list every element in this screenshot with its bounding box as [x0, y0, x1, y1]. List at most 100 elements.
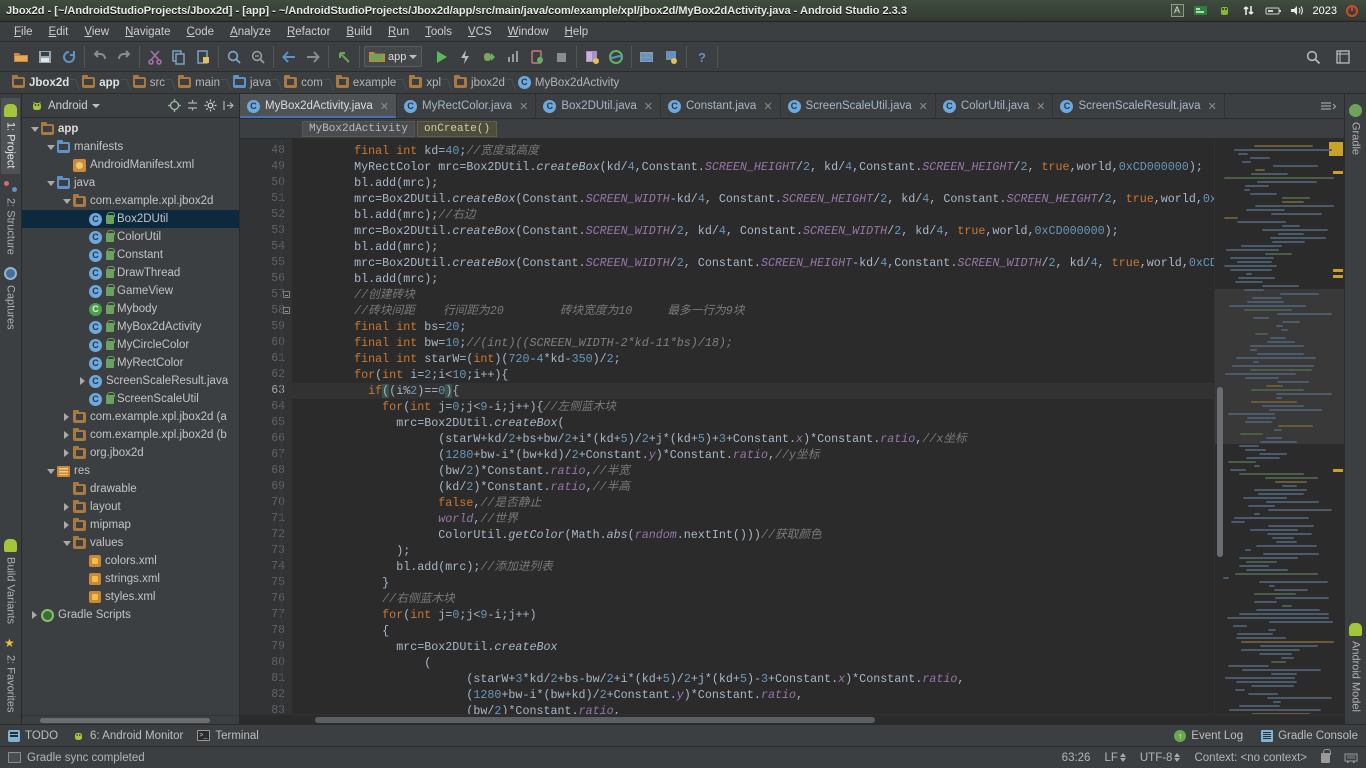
- code-line[interactable]: (starW+3*kd/2+bs-bw/2+i*(kd+5)/2+j*(kd+5…: [292, 671, 1214, 687]
- twisty[interactable]: [60, 198, 73, 204]
- breadcrumb-item-java[interactable]: java: [229, 75, 278, 90]
- structure-crumb-mybox2dactivity[interactable]: MyBox2dActivity: [302, 120, 416, 137]
- code-minimap[interactable]: [1214, 139, 1344, 714]
- tree-node-styles-xml[interactable]: styles.xml: [22, 588, 239, 606]
- code-line[interactable]: MyRectColor mrc=Box2DUtil.createBox(kd/4…: [292, 159, 1214, 175]
- menu-edit[interactable]: Edit: [41, 24, 77, 40]
- code-line[interactable]: //右侧蓝木块: [292, 591, 1214, 607]
- twisty[interactable]: [28, 611, 41, 619]
- code-line[interactable]: false,//是否静止: [292, 495, 1214, 511]
- power-icon[interactable]: [1346, 4, 1358, 17]
- code-line[interactable]: (kd/2)*Constant.ratio,//半高: [292, 479, 1214, 495]
- file-encoding[interactable]: UTF-8: [1140, 752, 1181, 764]
- editor-tab-screenscaleresult-java[interactable]: C ScreenScaleResult.java ✕: [1053, 94, 1225, 118]
- android-tray-icon[interactable]: [1217, 3, 1232, 18]
- tree-node-com-example-xpl-jbox2d[interactable]: com.example.xpl.jbox2d: [22, 192, 239, 210]
- jump-to-source-icon[interactable]: [333, 46, 355, 68]
- project-tree[interactable]: app manifests AndroidManifest.xml java com.e…: [22, 118, 239, 715]
- project-structure-icon[interactable]: [636, 46, 658, 68]
- run-icon[interactable]: [430, 46, 452, 68]
- twisty[interactable]: [60, 449, 73, 457]
- tree-node-mycirclecolor[interactable]: C MyCircleColor: [22, 336, 239, 354]
- twisty[interactable]: [60, 521, 73, 529]
- structure-crumb-oncreate-[interactable]: onCreate(): [417, 120, 498, 137]
- code-line[interactable]: final int bw=10;//(int)((SCREEN_WIDTH-2*…: [292, 335, 1214, 351]
- menu-vcs[interactable]: VCS: [460, 24, 500, 40]
- code-line[interactable]: mrc=Box2DUtil.createBox(Constant.SCREEN_…: [292, 223, 1214, 239]
- code-line[interactable]: (1280+bw-i*(bw+kd)/2+Constant.y)*Constan…: [292, 687, 1214, 703]
- menu-tools[interactable]: Tools: [417, 24, 460, 40]
- tree-node-manifests[interactable]: manifests: [22, 138, 239, 156]
- volume-icon[interactable]: [1289, 3, 1304, 18]
- tree-node-mipmap[interactable]: mipmap: [22, 516, 239, 534]
- tree-node-com-example-xpl-jbox2d-b[interactable]: com.example.xpl.jbox2d (b: [22, 426, 239, 444]
- code-line[interactable]: );: [292, 543, 1214, 559]
- twisty[interactable]: [44, 468, 57, 474]
- code-line[interactable]: //创建砖块: [292, 287, 1214, 303]
- code-line[interactable]: for(int j=0;j<9-i;j++): [292, 607, 1214, 623]
- close-icon[interactable]: ✕: [763, 100, 772, 113]
- bottom-tab-gradle-console[interactable]: Gradle Console: [1261, 729, 1358, 742]
- memory-indicator[interactable]: [1344, 751, 1358, 764]
- tree-node-box2dutil[interactable]: C Box2DUtil: [22, 210, 239, 228]
- gear-icon[interactable]: [204, 99, 217, 112]
- tab-overflow-menu-icon[interactable]: [1314, 94, 1344, 118]
- code-line[interactable]: mrc=Box2DUtil.createBox(Constant.SCREEN_…: [292, 191, 1214, 207]
- run-configuration-selector[interactable]: app: [364, 46, 423, 67]
- menu-build[interactable]: Build: [338, 24, 380, 40]
- code-line[interactable]: bl.add(mrc);: [292, 239, 1214, 255]
- close-icon[interactable]: ✕: [1208, 100, 1217, 113]
- project-horizontal-scrollbar[interactable]: [22, 715, 239, 724]
- code-line[interactable]: for(int j=0;j<9-i;j++){//左侧蓝木块: [292, 399, 1214, 415]
- code-line[interactable]: final int bs=20;: [292, 319, 1214, 335]
- editor-tab-box2dutil-java[interactable]: C Box2DUtil.java ✕: [536, 94, 661, 118]
- code-line[interactable]: (bw/2)*Constant.ratio,//半宽: [292, 463, 1214, 479]
- twisty[interactable]: [60, 413, 73, 421]
- settings-icon[interactable]: [1332, 46, 1354, 68]
- code-line[interactable]: }: [292, 575, 1214, 591]
- save-all-icon[interactable]: [34, 46, 56, 68]
- gradle-sync-icon[interactable]: [605, 46, 627, 68]
- breadcrumb-item-mybox2dactivity[interactable]: C MyBox2dActivity: [514, 75, 626, 90]
- network-icon[interactable]: [1241, 3, 1256, 18]
- breadcrumb-item-main[interactable]: main: [174, 75, 227, 90]
- tree-node-androidmanifest-xml[interactable]: AndroidManifest.xml: [22, 156, 239, 174]
- code-line[interactable]: for(int i=2;i<10;i++){: [292, 367, 1214, 383]
- tree-node-colors-xml[interactable]: colors.xml: [22, 552, 239, 570]
- apply-changes-icon[interactable]: [454, 46, 476, 68]
- lock-icon[interactable]: [1321, 748, 1331, 763]
- open-folder-icon[interactable]: [10, 46, 32, 68]
- twisty[interactable]: [60, 540, 73, 546]
- code-line[interactable]: if((i%2)==0){: [292, 383, 1214, 399]
- help-icon[interactable]: ?: [691, 46, 713, 68]
- code-line[interactable]: (1280+bw-i*(bw+kd)/2+Constant.y)*Constan…: [292, 447, 1214, 463]
- breadcrumb-item-app[interactable]: app: [78, 75, 126, 90]
- redo-icon[interactable]: [113, 46, 135, 68]
- paste-icon[interactable]: [192, 46, 214, 68]
- avd-manager-icon[interactable]: [660, 46, 682, 68]
- sidebar-item-android-model[interactable]: Android Model: [1346, 617, 1365, 718]
- tree-node-myrectcolor[interactable]: C MyRectColor: [22, 354, 239, 372]
- twisty[interactable]: [76, 377, 89, 385]
- search-everywhere-icon[interactable]: [1302, 46, 1324, 68]
- twisty[interactable]: [44, 180, 57, 186]
- bottom-tab-android-monitor[interactable]: 6: Android Monitor: [72, 729, 183, 742]
- sync-icon[interactable]: [58, 46, 80, 68]
- breadcrumb-item-xpl[interactable]: xpl: [405, 75, 448, 90]
- editor-tab-myrectcolor-java[interactable]: C MyRectColor.java ✕: [397, 94, 537, 118]
- editor-tab-colorutil-java[interactable]: C ColorUtil.java ✕: [935, 94, 1054, 118]
- close-icon[interactable]: ✕: [380, 100, 389, 113]
- tree-node-layout[interactable]: layout: [22, 498, 239, 516]
- locate-icon[interactable]: [168, 99, 181, 112]
- sidebar-item-project[interactable]: 1: Project: [1, 98, 20, 175]
- code-line[interactable]: final int starW=(int)(720-4*kd-350)/2;: [292, 351, 1214, 367]
- undo-icon[interactable]: [89, 46, 111, 68]
- editor-horizontal-scrollbar[interactable]: [240, 714, 1344, 724]
- editor-tab-mybox2dactivity-java[interactable]: C MyBox2dActivity.java ✕: [240, 94, 398, 118]
- menu-help[interactable]: Help: [557, 24, 597, 40]
- tree-node-values[interactable]: values: [22, 534, 239, 552]
- editor-tab-screenscaleutil-java[interactable]: C ScreenScaleUtil.java ✕: [780, 94, 936, 118]
- battery-icon[interactable]: [1265, 3, 1281, 18]
- twisty[interactable]: [60, 431, 73, 439]
- stop-icon[interactable]: [550, 46, 572, 68]
